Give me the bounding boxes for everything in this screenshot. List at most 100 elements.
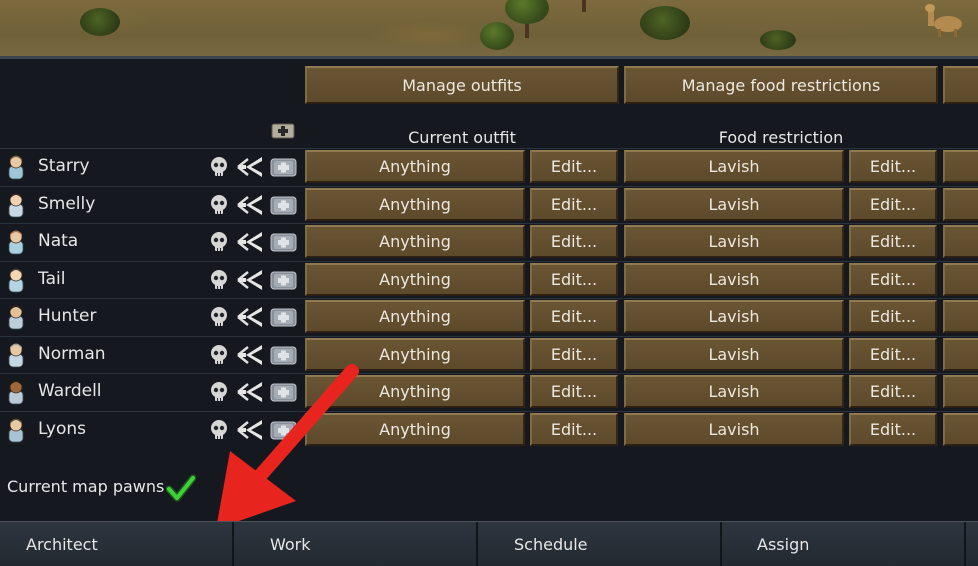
outfit-select-button[interactable]: Anything [305, 187, 525, 221]
outfit-select-button[interactable]: Anything [305, 412, 525, 446]
overflow-column-button[interactable] [943, 412, 978, 446]
add-medical-icon[interactable] [271, 123, 295, 139]
pawn-name[interactable]: Norman [38, 344, 106, 364]
medical-care-icon[interactable] [270, 269, 297, 291]
pawn-name[interactable]: Smelly [38, 194, 95, 214]
pawn-portrait[interactable] [5, 229, 27, 255]
medical-care-icon[interactable] [270, 306, 297, 328]
edit-food-restriction-button[interactable]: Edit... [849, 412, 937, 446]
edit-food-restriction-button[interactable]: Edit... [849, 262, 937, 296]
food-restriction-select-button[interactable]: Lavish [624, 300, 844, 333]
pawn-portrait[interactable] [5, 379, 27, 405]
food-restriction-select-button[interactable]: Lavish [624, 412, 844, 446]
skull-icon[interactable] [210, 156, 228, 178]
overflow-column-button[interactable] [943, 337, 978, 371]
drug-policy-icon[interactable] [236, 156, 264, 178]
edit-food-restriction-button[interactable]: Edit... [849, 375, 937, 408]
medical-care-icon[interactable] [270, 419, 297, 441]
manage-outfits-button[interactable]: Manage outfits [305, 66, 619, 104]
pawn-portrait[interactable] [5, 154, 27, 180]
pawn-name[interactable]: Nata [38, 231, 78, 251]
medical-care-icon[interactable] [270, 381, 297, 403]
tab-overflow[interactable] [966, 522, 978, 566]
medical-care-icon[interactable] [270, 344, 297, 366]
skull-icon[interactable] [210, 419, 228, 441]
edit-food-restriction-button[interactable]: Edit... [849, 187, 937, 221]
pawn-portrait[interactable] [5, 267, 27, 293]
pawn-name[interactable]: Hunter [38, 306, 96, 326]
outfit-select-button[interactable]: Anything [305, 337, 525, 371]
edit-outfit-button[interactable]: Edit... [530, 412, 618, 446]
edit-food-restriction-button[interactable]: Edit... [849, 150, 937, 183]
food-restriction-select-button[interactable]: Lavish [624, 337, 844, 371]
map-shrub [760, 30, 796, 50]
food-restriction-select-button[interactable]: Lavish [624, 150, 844, 183]
skull-icon[interactable] [210, 306, 228, 328]
food-restriction-select-button[interactable]: Lavish [624, 225, 844, 258]
drug-policy-icon[interactable] [236, 269, 264, 291]
edit-outfit-button[interactable]: Edit... [530, 150, 618, 183]
assign-panel: Manage outfits Manage food restrictions … [0, 59, 978, 529]
medical-care-icon[interactable] [270, 156, 297, 178]
tab-architect[interactable]: Architect [0, 522, 234, 566]
edit-outfit-button[interactable]: Edit... [530, 225, 618, 258]
edit-outfit-button[interactable]: Edit... [530, 187, 618, 221]
map-shrub [640, 6, 690, 40]
animal-sprite[interactable] [918, 2, 968, 38]
drug-policy-icon[interactable] [236, 344, 264, 366]
overflow-column-button[interactable] [943, 262, 978, 296]
outfit-select-button[interactable]: Anything [305, 375, 525, 408]
outfit-select-button[interactable]: Anything [305, 225, 525, 258]
manage-food-restrictions-button[interactable]: Manage food restrictions [624, 66, 938, 104]
edit-outfit-button[interactable]: Edit... [530, 375, 618, 408]
medical-care-icon[interactable] [270, 194, 297, 216]
drug-policy-icon[interactable] [236, 381, 264, 403]
drug-policy-icon[interactable] [236, 194, 264, 216]
edit-food-restriction-button[interactable]: Edit... [849, 337, 937, 371]
pawn-name[interactable]: Lyons [38, 419, 86, 439]
tab-assign[interactable]: Assign [722, 522, 966, 566]
overflow-column-button[interactable] [943, 375, 978, 408]
edit-outfit-button[interactable]: Edit... [530, 300, 618, 333]
overflow-column-button[interactable] [943, 150, 978, 183]
tab-schedule[interactable]: Schedule [478, 522, 722, 566]
skull-icon[interactable] [210, 231, 228, 253]
skull-icon[interactable] [210, 344, 228, 366]
manage-extra-button[interactable] [943, 66, 978, 104]
overflow-column-button[interactable] [943, 300, 978, 333]
overflow-column-button[interactable] [943, 225, 978, 258]
map-tree [505, 0, 549, 24]
edit-outfit-button[interactable]: Edit... [530, 262, 618, 296]
drug-policy-icon[interactable] [236, 306, 264, 328]
outfit-select-button[interactable]: Anything [305, 150, 525, 183]
pawn-portrait[interactable] [5, 304, 27, 330]
pawn-name[interactable]: Wardell [38, 381, 102, 401]
checkmark-icon[interactable] [165, 473, 197, 503]
row-divider [0, 148, 978, 149]
map-tree [480, 22, 514, 50]
tab-work[interactable]: Work [234, 522, 478, 566]
medical-care-icon[interactable] [270, 231, 297, 253]
skull-icon[interactable] [210, 381, 228, 403]
pawn-row: Norman Anything Edit... Lavish Edit... [0, 335, 978, 373]
drug-policy-icon[interactable] [236, 231, 264, 253]
drug-policy-icon[interactable] [236, 419, 264, 441]
edit-food-restriction-button[interactable]: Edit... [849, 225, 937, 258]
outfit-select-button[interactable]: Anything [305, 262, 525, 296]
pawn-name[interactable]: Starry [38, 156, 90, 176]
overflow-column-button[interactable] [943, 187, 978, 221]
food-restriction-select-button[interactable]: Lavish [624, 187, 844, 221]
food-restriction-select-button[interactable]: Lavish [624, 375, 844, 408]
pawn-portrait[interactable] [5, 342, 27, 368]
outfit-select-button[interactable]: Anything [305, 300, 525, 333]
pawn-portrait[interactable] [5, 417, 27, 443]
skull-icon[interactable] [210, 269, 228, 291]
world-map-view[interactable] [0, 0, 978, 59]
food-restriction-select-button[interactable]: Lavish [624, 262, 844, 296]
edit-outfit-button[interactable]: Edit... [530, 337, 618, 371]
skull-icon[interactable] [210, 194, 228, 216]
pawn-name[interactable]: Tail [38, 269, 65, 289]
edit-food-restriction-button[interactable]: Edit... [849, 300, 937, 333]
pawn-portrait[interactable] [5, 192, 27, 218]
map-tree-trunk [582, 0, 586, 12]
